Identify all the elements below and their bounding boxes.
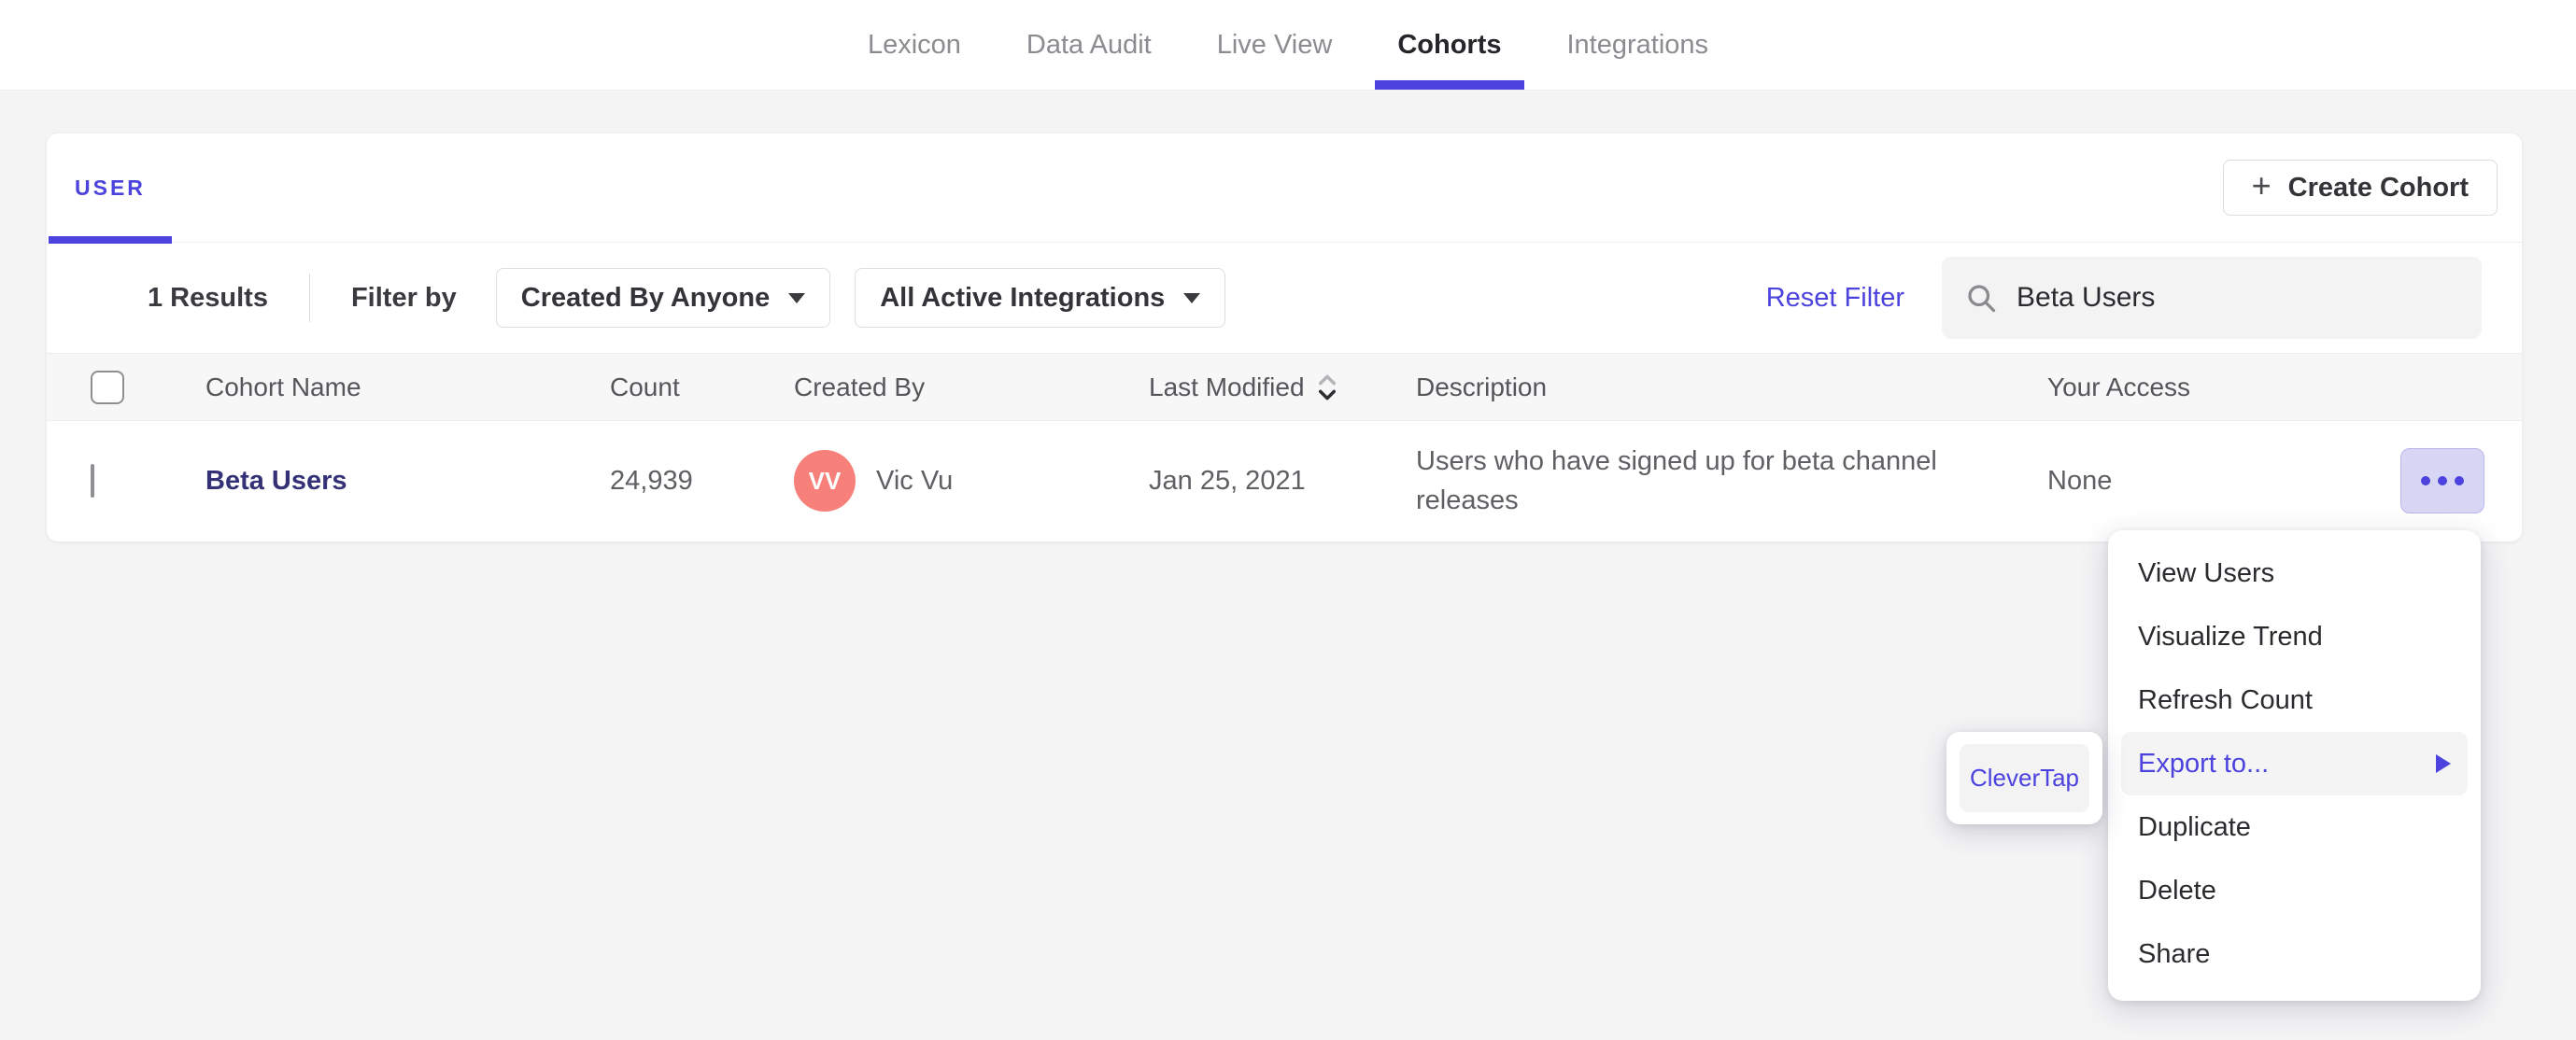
reset-filter-link[interactable]: Reset Filter <box>1766 283 1904 314</box>
filter-by-label: Filter by <box>350 282 457 313</box>
menu-item-view-users[interactable]: View Users <box>2108 541 2481 605</box>
search-icon <box>1968 285 1996 313</box>
column-header-label: Cohort Name <box>205 372 361 401</box>
integrations-dropdown-value: All Active Integrations <box>880 282 1166 313</box>
search-box <box>1942 257 2482 339</box>
created-by-dropdown-value: Created By Anyone <box>520 282 771 313</box>
row-actions-menu: View Users Visualize Trend Refresh Count… <box>2108 530 2481 1001</box>
column-header-cohort-name: Cohort Name <box>205 372 610 402</box>
menu-item-duplicate[interactable]: Duplicate <box>2108 795 2481 859</box>
table-row: Beta Users 24,939 VV Vic Vu Jan 25, 2021… <box>47 421 2522 541</box>
description-cell: Users who have signed up for beta channe… <box>1416 445 1937 515</box>
top-navigation: Lexicon Data Audit Live View Cohorts Int… <box>0 0 2576 91</box>
cohort-name-link[interactable]: Beta Users <box>205 466 347 496</box>
create-cohort-button[interactable]: + Create Cohort <box>2222 160 2498 216</box>
nav-tab-integrations[interactable]: Integrations <box>1545 0 1732 90</box>
more-dots-icon <box>2455 476 2464 485</box>
chevron-down-icon <box>1183 292 1201 303</box>
menu-item-share[interactable]: Share <box>2108 922 2481 986</box>
last-modified-cell: Jan 25, 2021 <box>1149 465 1306 496</box>
cohorts-panel: USER + Create Cohort 1 Results Filter by… <box>47 134 2522 541</box>
column-header-count: Count <box>610 372 794 402</box>
row-actions-button[interactable] <box>2400 448 2484 513</box>
column-header-label: Created By <box>794 372 926 401</box>
submenu-item-clevertap[interactable]: CleverTap <box>1960 744 2089 812</box>
column-header-created-by: Created By <box>794 372 1149 402</box>
cohort-name-cell: Beta Users <box>205 466 610 497</box>
menu-item-visualize-trend[interactable]: Visualize Trend <box>2108 605 2481 668</box>
column-header-label: Your Access <box>2047 372 2191 401</box>
plus-icon: + <box>2251 166 2272 204</box>
chevron-down-icon <box>788 292 806 303</box>
menu-item-export-to[interactable]: Export to... <box>2121 732 2468 795</box>
your-access-value: None <box>2047 465 2113 496</box>
your-access-cell: None <box>2047 448 2484 513</box>
export-submenu: CleverTap <box>1946 732 2102 824</box>
menu-item-export-to-label: Export to... <box>2138 748 2270 779</box>
integrations-dropdown[interactable]: All Active Integrations <box>855 268 1226 328</box>
more-dots-icon <box>2421 476 2430 485</box>
created-by-name: Vic Vu <box>876 465 954 496</box>
column-header-description: Description <box>1416 372 2047 402</box>
count-cell: 24,939 <box>610 465 693 496</box>
submenu-arrow-icon <box>2436 754 2451 773</box>
column-header-label: Description <box>1416 372 1548 401</box>
column-header-label: Last Modified <box>1149 372 1305 401</box>
nav-tab-live-view[interactable]: Live View <box>1195 0 1355 90</box>
created-by-cell: VV Vic Vu <box>794 450 1149 512</box>
column-header-last-modified[interactable]: Last Modified <box>1149 372 1416 402</box>
nav-tab-data-audit[interactable]: Data Audit <box>1004 0 1174 90</box>
filter-bar: 1 Results Filter by Created By Anyone Al… <box>47 243 2522 353</box>
more-dots-icon <box>2438 476 2447 485</box>
row-checkbox[interactable] <box>91 463 94 498</box>
panel-tab-strip: USER + Create Cohort <box>47 134 2522 244</box>
created-by-dropdown[interactable]: Created By Anyone <box>495 268 831 328</box>
select-all-cell <box>91 370 205 404</box>
table-header: Cohort Name Count Created By Last Modifi… <box>47 353 2522 421</box>
tab-user-label: USER <box>75 176 146 200</box>
column-header-label: Count <box>610 372 680 401</box>
create-cohort-label: Create Cohort <box>2287 172 2469 203</box>
nav-tab-lexicon[interactable]: Lexicon <box>845 0 984 90</box>
row-select-cell <box>91 463 205 498</box>
avatar: VV <box>794 450 856 512</box>
menu-item-refresh-count[interactable]: Refresh Count <box>2108 668 2481 732</box>
column-header-your-access: Your Access <box>2047 372 2484 402</box>
results-count: 1 Results <box>148 282 268 313</box>
tab-user[interactable]: USER <box>49 134 172 244</box>
search-input[interactable] <box>2017 282 2459 314</box>
sort-icon[interactable] <box>1316 372 1338 402</box>
menu-item-delete[interactable]: Delete <box>2108 859 2481 922</box>
divider <box>308 274 310 322</box>
select-all-checkbox[interactable] <box>91 370 124 404</box>
nav-tab-cohorts[interactable]: Cohorts <box>1375 0 1524 90</box>
